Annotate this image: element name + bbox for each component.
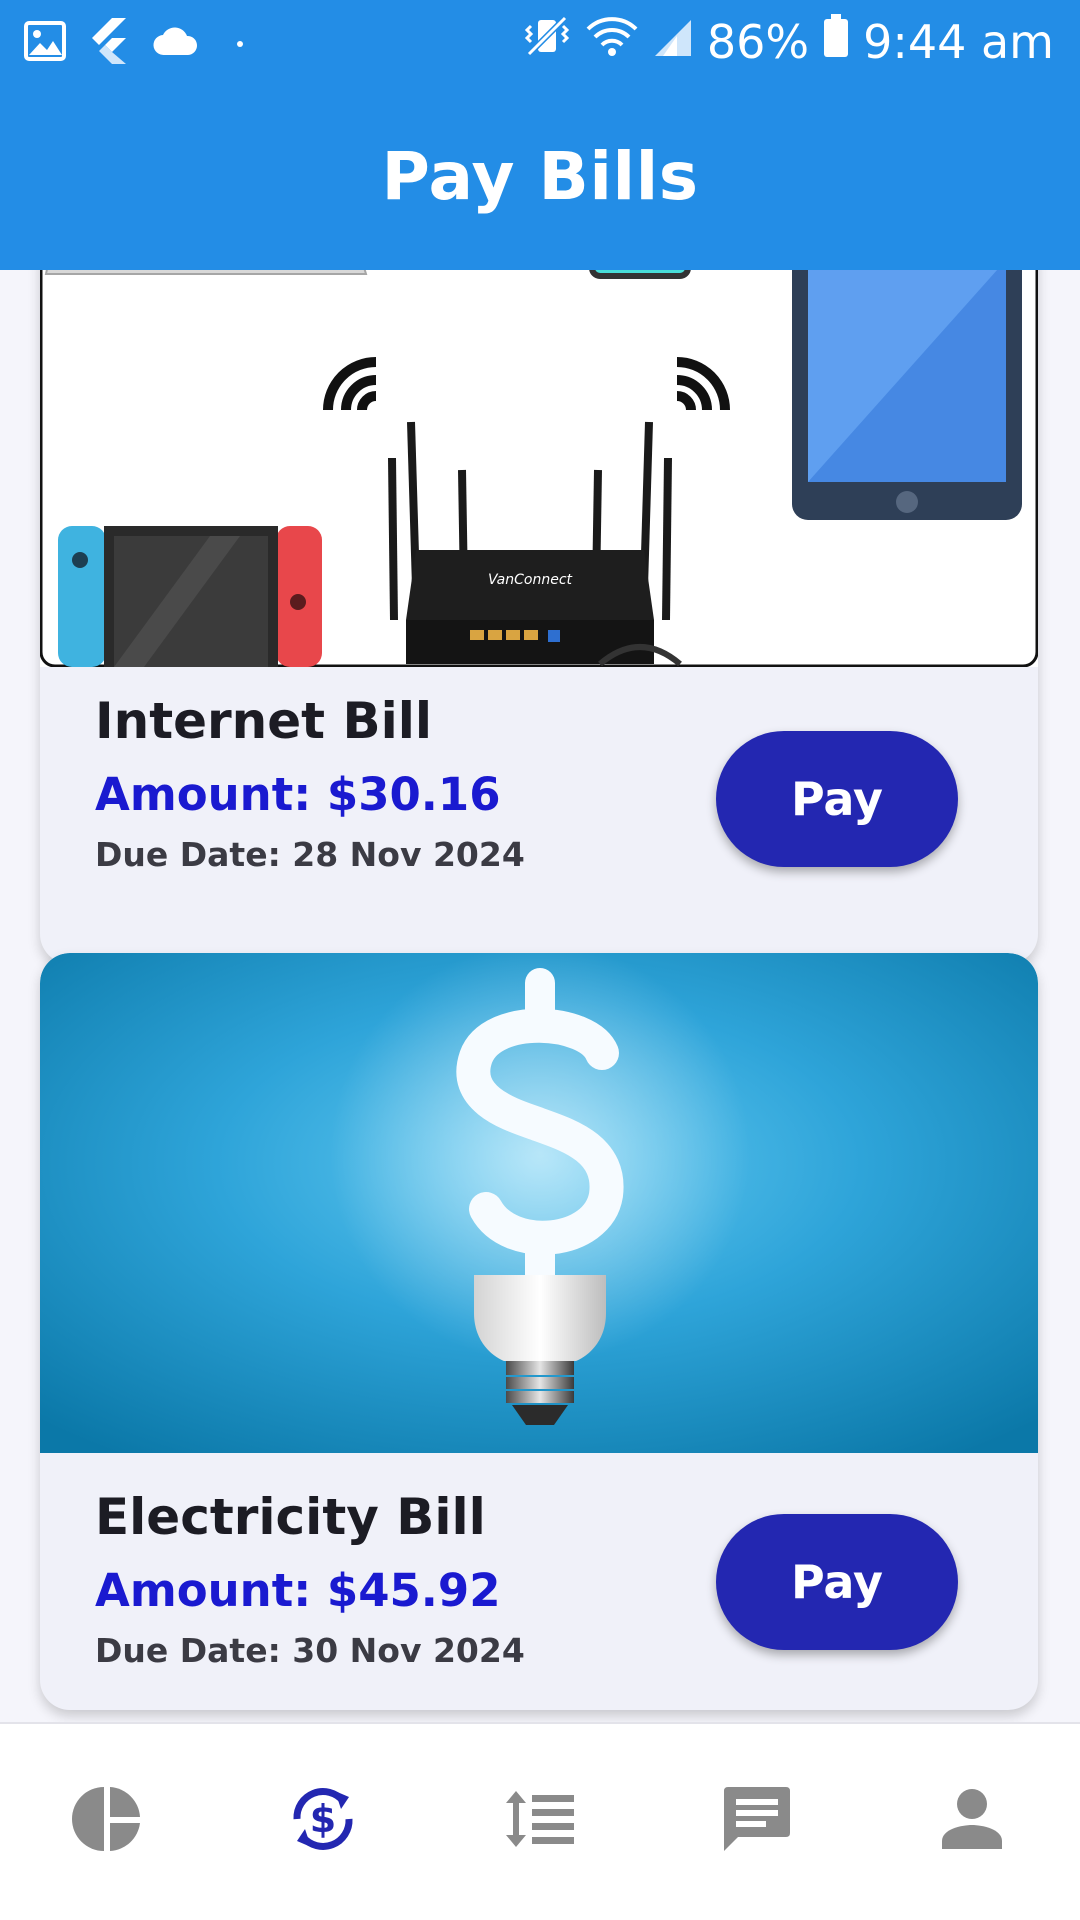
internet-bill-info: Internet Bill Amount: $30.16 Due Date: 2…	[95, 692, 525, 874]
bill-card-electricity: Electricity Bill Amount: $45.92 Due Date…	[40, 953, 1038, 1710]
status-bar-left	[24, 18, 252, 69]
page-title: Pay Bills	[381, 137, 699, 215]
gallery-notification-icon	[24, 21, 66, 66]
electricity-bill-image	[40, 953, 1038, 1453]
electricity-bill-info: Electricity Bill Amount: $45.92 Due Date…	[95, 1488, 525, 1670]
chat-icon	[720, 1783, 792, 1860]
app-bar: Pay Bills	[0, 82, 1080, 270]
pie-chart-icon	[72, 1783, 144, 1860]
wifi-icon	[585, 14, 639, 69]
bill-title: Internet Bill	[95, 692, 433, 750]
person-icon	[940, 1787, 1004, 1856]
nav-item-pay-bills[interactable]: $	[278, 1776, 368, 1866]
pay-electricity-button[interactable]: Pay	[716, 1514, 958, 1650]
bill-amount: Amount: $30.16	[95, 768, 501, 821]
currency-exchange-icon: $	[283, 1779, 363, 1864]
nav-item-dashboard[interactable]	[63, 1776, 153, 1866]
cloud-notification-icon	[152, 25, 198, 62]
bill-title: Electricity Bill	[95, 1488, 486, 1546]
battery-percent: 86%	[706, 14, 810, 69]
flutter-notification-icon	[90, 18, 128, 69]
bottom-navigation: $	[0, 1722, 1080, 1920]
bills-list[interactable]: VanConnect Internet Bill Amount: $30.16 …	[0, 270, 1080, 1722]
internet-bill-image: VanConnect	[40, 270, 1038, 668]
bill-amount: Amount: $45.92	[95, 1564, 501, 1617]
router-brand-text: VanConnect	[488, 572, 573, 588]
line-height-icon	[504, 1787, 576, 1856]
pay-internet-button[interactable]: Pay	[716, 731, 958, 867]
vibrate-mute-icon	[523, 14, 571, 69]
battery-icon	[823, 14, 849, 69]
bill-due-date: Due Date: 28 Nov 2024	[95, 835, 525, 874]
svg-text:$: $	[310, 1797, 336, 1841]
nav-item-messages[interactable]	[711, 1776, 801, 1866]
status-bar-right: 86% 9:44 am	[523, 14, 1054, 69]
bill-due-date: Due Date: 30 Nov 2024	[95, 1631, 525, 1670]
status-bar: 86% 9:44 am	[0, 0, 1080, 82]
nav-item-transactions[interactable]	[495, 1776, 585, 1866]
clock: 9:44 am	[863, 14, 1054, 69]
signal-icon	[653, 15, 693, 69]
nav-item-profile[interactable]	[927, 1776, 1017, 1866]
more-notifications-dot-icon	[222, 26, 252, 61]
bill-card-internet: VanConnect Internet Bill Amount: $30.16 …	[40, 270, 1038, 964]
